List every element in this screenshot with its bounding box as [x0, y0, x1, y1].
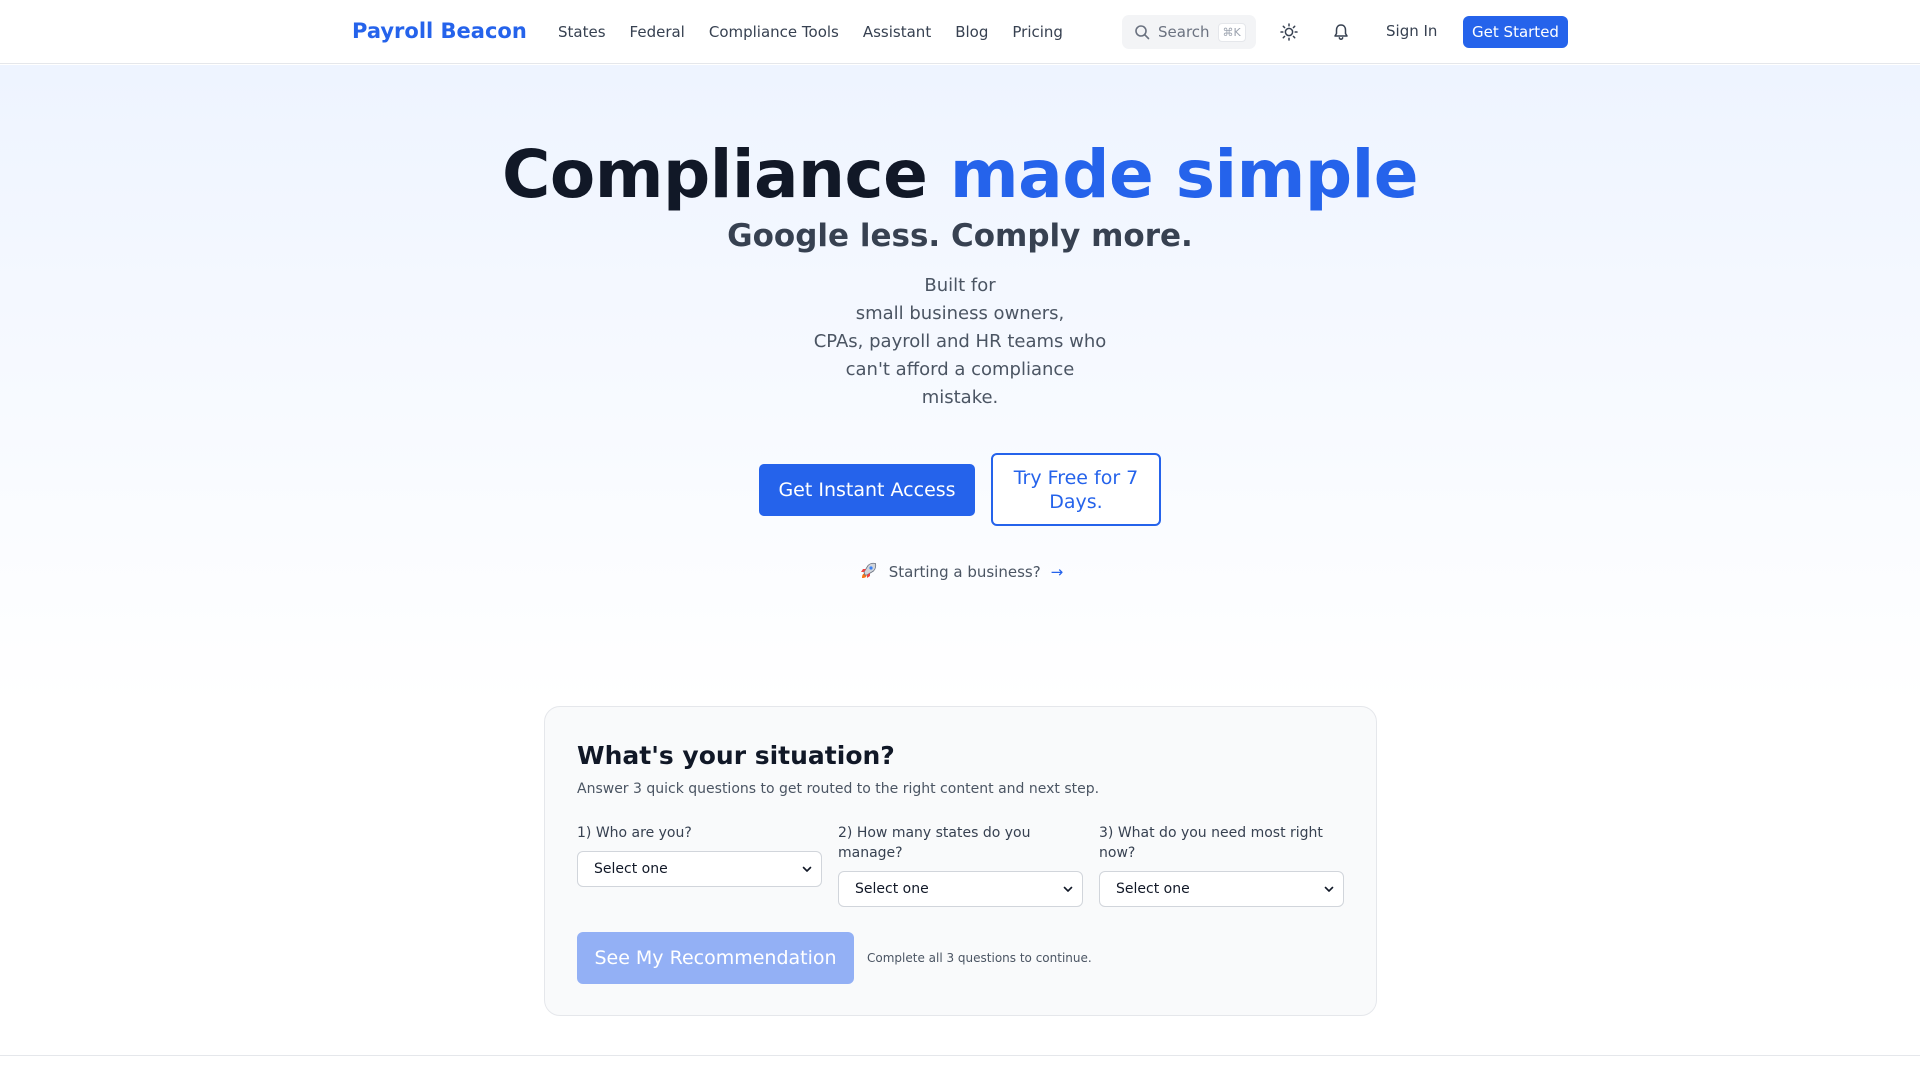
hero-description-line: Built for [924, 275, 996, 296]
search-button[interactable]: Search ⌘K [1122, 15, 1256, 49]
main-nav: States Federal Compliance Tools Assistan… [558, 0, 1063, 64]
question-2-select[interactable]: Select one [838, 871, 1083, 907]
hero-description-line: CPAs, payroll and HR teams who [813, 331, 1107, 352]
question-3-selected: Select one [1116, 881, 1190, 897]
hero-title-main: Compliance [501, 136, 928, 213]
brand-logo[interactable]: Payroll Beacon [352, 19, 527, 43]
chevron-down-icon [1062, 883, 1074, 895]
nav-link-federal[interactable]: Federal [630, 23, 685, 41]
section-divider [0, 1055, 1920, 1056]
sign-in-link[interactable]: Sign In [1386, 22, 1437, 40]
quiz-hint: Complete all 3 questions to continue. [867, 951, 1092, 965]
starting-business-text: Starting a business? [888, 563, 1041, 581]
notifications-button[interactable] [1329, 20, 1353, 44]
get-started-button[interactable]: Get Started [1463, 16, 1568, 48]
hero-description-line: small business owners, [855, 303, 1065, 324]
chevron-down-icon [1323, 883, 1335, 895]
rocket-icon [857, 561, 879, 583]
quiz-description: Answer 3 quick questions to get routed t… [577, 781, 1100, 797]
starting-business-link[interactable]: Starting a business? → [0, 561, 1920, 583]
hero-description-line: mistake. [921, 387, 999, 408]
question-2-selected: Select one [855, 881, 929, 897]
get-instant-access-button[interactable]: Get Instant Access [759, 464, 975, 516]
chevron-down-icon [801, 863, 813, 875]
hero-subtitle: Google less. Comply more. [727, 218, 1193, 254]
question-2-label: 2) How many states do you manage? [838, 825, 1031, 861]
search-icon [1134, 24, 1150, 40]
nav-link-pricing[interactable]: Pricing [1012, 23, 1063, 41]
sun-icon [1280, 23, 1298, 41]
nav-link-blog[interactable]: Blog [955, 23, 988, 41]
nav-link-compliance-tools[interactable]: Compliance Tools [709, 23, 839, 41]
arrow-right-icon: → [1050, 563, 1064, 581]
question-3-select[interactable]: Select one [1099, 871, 1344, 907]
question-1-selected: Select one [594, 861, 668, 877]
hero-description-line: can't afford a compliance [845, 359, 1075, 380]
search-label: Search [1158, 23, 1210, 41]
see-recommendation-button[interactable]: See My Recommendation [577, 932, 854, 984]
question-3-label: 3) What do you need most right now? [1099, 825, 1323, 861]
top-navbar: Payroll Beacon States Federal Compliance… [0, 0, 1920, 64]
nav-link-assistant[interactable]: Assistant [863, 23, 931, 41]
situation-quiz-card: What's your situation? Answer 3 quick qu… [544, 706, 1377, 1016]
question-1-select[interactable]: Select one [577, 851, 822, 887]
hero-title-accent: made simple [949, 136, 1419, 213]
quiz-title: What's your situation? [577, 741, 895, 770]
search-shortcut-badge: ⌘K [1217, 22, 1246, 42]
question-1-label: 1) Who are you? [577, 825, 692, 841]
theme-toggle-button[interactable] [1277, 20, 1301, 44]
bell-icon [1332, 23, 1350, 41]
hero-description: Built for small business owners, CPAs, p… [810, 272, 1110, 412]
try-free-button[interactable]: Try Free for 7 Days. [991, 453, 1161, 526]
nav-link-states[interactable]: States [558, 23, 606, 41]
hero-title: Compliance made simple [0, 136, 1920, 213]
